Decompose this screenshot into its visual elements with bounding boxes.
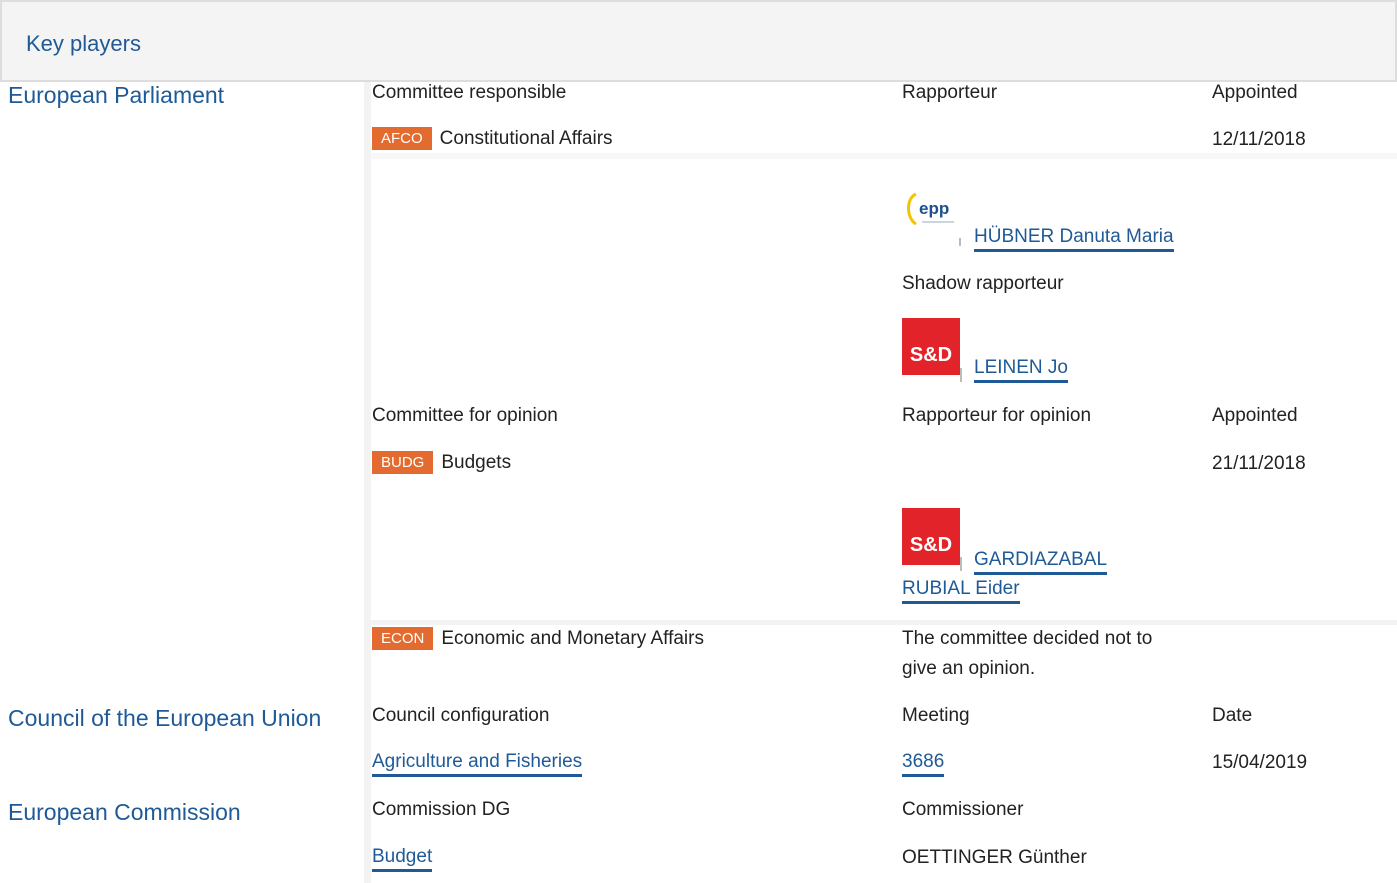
column-divider bbox=[364, 82, 371, 883]
section-title: Key players bbox=[26, 31, 141, 56]
commission-dg-link[interactable]: Budget bbox=[372, 846, 433, 872]
council-configuration-link[interactable]: Agriculture and Fisheries bbox=[372, 751, 583, 777]
committee-budg: BUDG Budgets bbox=[372, 451, 511, 474]
col-appointed-opinion: Appointed bbox=[1212, 405, 1298, 426]
col-committee-opinion: Committee for opinion bbox=[372, 405, 558, 426]
sd-logo-icon: S&D bbox=[902, 318, 960, 375]
opinion-rapporteur-link[interactable]: GARDIAZABAL bbox=[974, 549, 1108, 575]
budg-appointed-date: 21/11/2018 bbox=[1212, 453, 1306, 474]
shadow-rapporteur-label: Shadow rapporteur bbox=[902, 273, 1064, 294]
epp-logo-text: epp bbox=[919, 199, 949, 218]
sd-logo-icon: S&D bbox=[902, 508, 960, 565]
sd-logo-text: S&D bbox=[909, 344, 953, 366]
committee-name-afco: Constitutional Affairs bbox=[439, 128, 613, 149]
econ-note-line1: The committee decided not to bbox=[902, 628, 1153, 649]
col-meeting: Meeting bbox=[902, 705, 970, 726]
committee-afco: AFCO Constitutional Affairs bbox=[372, 127, 613, 150]
institution-commission[interactable]: European Commission bbox=[8, 799, 241, 826]
commissioner-name: OETTINGER Günther bbox=[902, 847, 1087, 868]
sd-logo-text: S&D bbox=[909, 534, 953, 556]
committee-badge-afco[interactable]: AFCO bbox=[372, 127, 432, 150]
key-players-panel: Key players European Parliament Council … bbox=[0, 0, 1397, 883]
institution-parliament[interactable]: European Parliament bbox=[8, 82, 224, 109]
committee-badge-econ[interactable]: ECON bbox=[372, 627, 434, 650]
col-rapporteur: Rapporteur bbox=[902, 82, 998, 103]
col-date: Date bbox=[1212, 705, 1253, 726]
epp-logo-icon: epp bbox=[902, 184, 962, 246]
shadow-rapporteur-link[interactable]: LEINEN Jo bbox=[974, 357, 1068, 383]
institution-council[interactable]: Council of the European Union bbox=[8, 705, 321, 732]
committee-name-budg: Budgets bbox=[441, 452, 512, 473]
rapporteur-link[interactable]: HÜBNER Danuta Maria bbox=[974, 226, 1174, 252]
committee-name-econ: Economic and Monetary Affairs bbox=[441, 628, 704, 649]
col-appointed: Appointed bbox=[1212, 82, 1298, 103]
logo-edge bbox=[960, 368, 962, 382]
row-divider bbox=[371, 620, 1397, 625]
econ-note-line2: give an opinion. bbox=[902, 658, 1036, 679]
council-date: 15/04/2019 bbox=[1212, 752, 1308, 773]
opinion-rapporteur-link-line2[interactable]: RUBIAL Eider bbox=[902, 578, 1020, 604]
row-divider-top bbox=[371, 153, 1397, 159]
col-commission-dg: Commission DG bbox=[372, 799, 511, 820]
col-council-configuration: Council configuration bbox=[372, 705, 550, 726]
committee-badge-budg[interactable]: BUDG bbox=[372, 451, 434, 474]
col-committee-responsible: Committee responsible bbox=[372, 82, 567, 103]
committee-econ: ECON Economic and Monetary Affairs bbox=[372, 627, 704, 650]
meeting-link[interactable]: 3686 bbox=[902, 751, 945, 777]
col-rapporteur-opinion: Rapporteur for opinion bbox=[902, 405, 1092, 426]
section-header: Key players bbox=[0, 0, 1397, 82]
afco-appointed-date: 12/11/2018 bbox=[1212, 129, 1306, 150]
logo-edge bbox=[960, 557, 962, 571]
col-commissioner: Commissioner bbox=[902, 799, 1024, 820]
